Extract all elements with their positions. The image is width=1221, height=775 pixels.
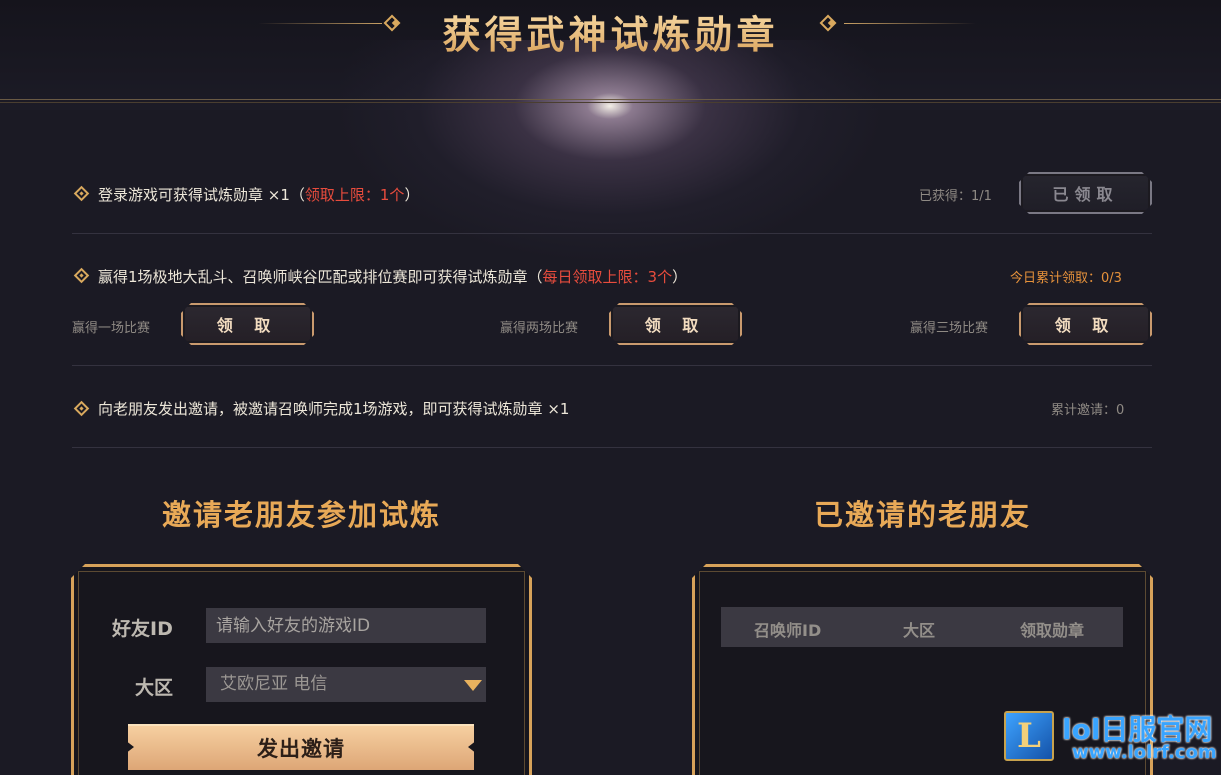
page-title: 获得武神试炼勋章	[0, 4, 1221, 59]
invite-section-title: 邀请老朋友参加试炼	[162, 498, 442, 532]
diamond-bullet-icon	[73, 400, 90, 417]
claim-button-one-win[interactable]: 领 取	[181, 303, 314, 345]
diamond-bullet-icon	[73, 185, 90, 202]
task-win-limit: 每日领取上限：3个	[542, 268, 673, 286]
column-region: 大区	[903, 621, 936, 640]
task-login-text: 登录游戏可获得试炼勋章 ×1（领取上限：1个）	[98, 184, 419, 205]
column-summoner-id: 召唤师ID	[754, 621, 822, 640]
claim-label-three-wins: 赢得三场比赛	[910, 321, 989, 336]
task-login-desc: 登录游戏可获得试炼勋章 ×1（	[98, 186, 305, 204]
column-claim-badge: 领取勋章	[1020, 621, 1085, 640]
claim-label-two-wins: 赢得两场比赛	[500, 321, 579, 336]
task-win-status: 今日累计领取：0/3	[1010, 271, 1122, 286]
watermark-logo: L	[1004, 711, 1054, 761]
dropdown-triangle-icon	[464, 680, 482, 691]
watermark-url: www.lolrf.com	[1072, 742, 1217, 763]
row-divider	[72, 233, 1152, 234]
friend-id-label: 好友ID	[112, 618, 173, 640]
claim-label-one-win: 赢得一场比赛	[72, 321, 151, 336]
row-divider	[72, 447, 1152, 448]
invited-table-header: 召唤师ID 大区 领取勋章	[721, 607, 1123, 647]
diamond-bullet-icon	[73, 267, 90, 284]
task-invite-text: 向老朋友发出邀请，被邀请召唤师完成1场游戏，即可获得试炼勋章 ×1	[98, 400, 570, 418]
send-invite-button[interactable]: 发出邀请	[128, 724, 474, 770]
task-login-limit: 领取上限：1个	[304, 186, 405, 204]
task-login-status: 已获得：1/1	[919, 189, 992, 204]
claim-button-two-wins[interactable]: 领 取	[609, 303, 742, 345]
claim-button-three-wins[interactable]: 领 取	[1019, 303, 1152, 345]
task-win-text: 赢得1场极地大乱斗、召唤师峡谷匹配或排位赛即可获得试炼勋章（每日领取上限：3个）	[98, 266, 687, 287]
region-label: 大区	[135, 677, 174, 699]
task-login-paren: ）	[404, 186, 420, 204]
friend-id-input[interactable]	[206, 608, 486, 643]
claimed-button[interactable]: 已领取	[1019, 172, 1152, 214]
region-select[interactable]: 艾欧尼亚 电信	[206, 667, 486, 702]
banner-divider	[0, 99, 1221, 103]
task-win-desc: 赢得1场极地大乱斗、召唤师峡谷匹配或排位赛即可获得试炼勋章（	[98, 268, 543, 286]
invited-section-title: 已邀请的老朋友	[814, 498, 1032, 532]
row-divider	[72, 365, 1152, 366]
task-invite-status: 累计邀请：0	[1051, 403, 1125, 418]
task-win-paren: ）	[672, 268, 688, 286]
region-select-value: 艾欧尼亚 电信	[220, 674, 328, 694]
